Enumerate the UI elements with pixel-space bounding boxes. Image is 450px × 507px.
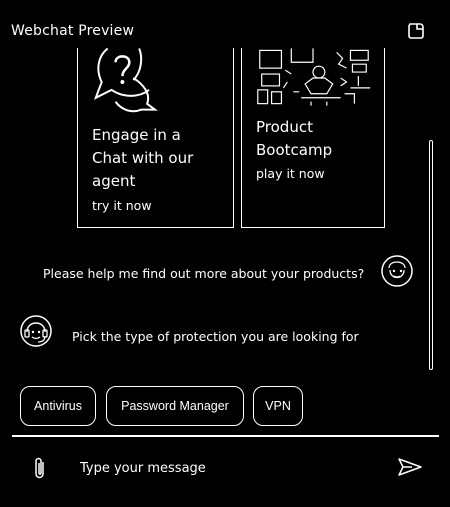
card-title-line-2: Chat with our bbox=[92, 149, 194, 167]
card-title-line-2: Bootcamp bbox=[256, 141, 333, 159]
bot-avatar-icon bbox=[20, 315, 52, 347]
bot-message: Pick the type of protection you are look… bbox=[72, 329, 359, 344]
card-chat-agent[interactable]: Engage in a Chat with our agent try it n… bbox=[77, 48, 234, 228]
restart-icon[interactable] bbox=[407, 22, 425, 40]
message-input[interactable] bbox=[80, 458, 380, 478]
card-title-line-1: Product bbox=[256, 118, 313, 136]
chat-question-icon bbox=[93, 48, 158, 113]
composer-divider bbox=[12, 435, 439, 437]
user-message: Please help me find out more about your … bbox=[43, 266, 365, 281]
card-cta-link[interactable]: try it now bbox=[92, 198, 152, 213]
card-title-line-3: agent bbox=[92, 172, 136, 190]
user-avatar-icon bbox=[381, 255, 413, 287]
quick-reply-antivirus[interactable]: Antivirus bbox=[20, 386, 96, 426]
send-icon[interactable] bbox=[398, 458, 422, 476]
card-product-bootcamp[interactable]: Product Bootcamp play it now bbox=[241, 48, 385, 228]
scrollbar[interactable] bbox=[429, 140, 433, 370]
quick-reply-password-manager[interactable]: Password Manager bbox=[106, 386, 244, 426]
card-title-line-1: Engage in a bbox=[92, 126, 181, 144]
paperclip-icon[interactable] bbox=[32, 455, 48, 481]
quick-reply-vpn[interactable]: VPN bbox=[253, 386, 303, 426]
bootcamp-illustration bbox=[257, 48, 371, 106]
header-title: Webchat Preview bbox=[11, 23, 135, 39]
card-cta-link[interactable]: play it now bbox=[256, 166, 325, 181]
